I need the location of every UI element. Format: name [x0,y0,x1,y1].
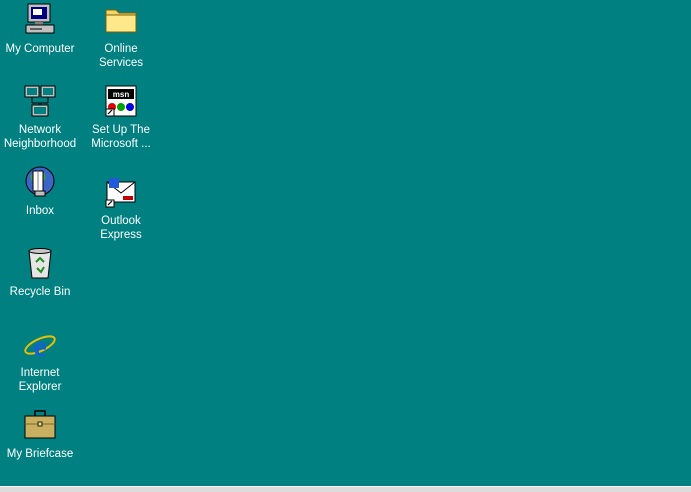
taskbar-edge [0,486,691,492]
desktop-icon-label: My Computer [5,43,75,55]
desktop-icon-inbox[interactable]: Inbox [0,164,80,218]
my-computer-icon [25,3,55,34]
desktop-icon-recycle-bin[interactable]: Recycle Bin [0,245,80,299]
desktop-icon-online-services[interactable]: Online Services [81,2,161,70]
folder-icon [105,9,137,33]
svg-text:e: e [33,330,46,362]
desktop[interactable]: My Computer Online Services Network Neig… [0,0,691,486]
desktop-icon-label: Outlook Express [100,215,142,241]
inbox-icon [25,166,55,197]
desktop-icon-label: Set Up The Microsoft ... [91,124,151,150]
desktop-icon-label: Recycle Bin [9,286,71,298]
desktop-icon-outlook-express[interactable]: Outlook Express [81,174,161,242]
svg-text:msn: msn [113,90,130,99]
briefcase-icon [24,410,56,439]
recycle-bin-icon [28,248,52,279]
desktop-icon-label: Internet Explorer [18,367,62,393]
desktop-icon-label: Online Services [98,43,144,69]
desktop-icon-network-neighborhood[interactable]: Network Neighborhood [0,83,80,151]
desktop-icon-label: Inbox [25,205,55,217]
desktop-icon-internet-explorer[interactable]: e Internet Explorer [0,326,80,394]
network-icon [24,85,56,117]
desktop-icon-my-briefcase[interactable]: My Briefcase [0,407,80,461]
desktop-icon-label: Network Neighborhood [3,124,77,150]
msn-icon: msn [105,85,137,117]
desktop-icon-my-computer[interactable]: My Computer [0,2,80,56]
desktop-icon-msn-setup[interactable]: msn Set Up The Microsoft ... [81,83,161,151]
desktop-icon-label: My Briefcase [6,448,74,460]
outlook-express-icon [105,178,136,208]
internet-explorer-icon: e [24,330,56,362]
